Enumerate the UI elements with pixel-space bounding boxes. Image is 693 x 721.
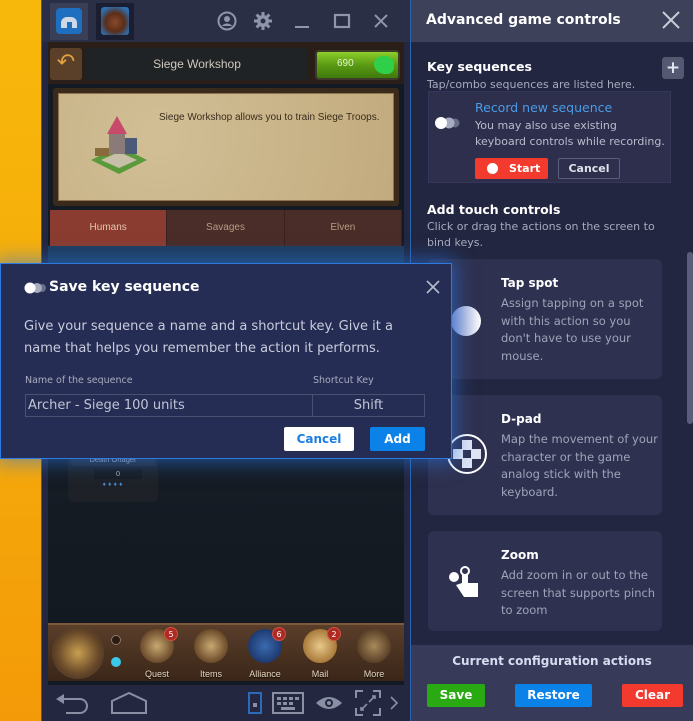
back-icon[interactable] — [54, 692, 92, 714]
keyboard-icon[interactable] — [272, 692, 304, 714]
shortcut-key-label: Shortcut Key — [313, 375, 374, 386]
gems-counter[interactable]: 690 — [315, 50, 400, 80]
tap-spot-card[interactable]: Tap spot Assign tapping on a spot with t… — [428, 259, 662, 379]
dpad-text: Map the movement of your character or th… — [501, 432, 658, 499]
sequence-toggle-icon — [435, 117, 460, 129]
android-navbar — [42, 685, 410, 721]
game-back-button[interactable]: ↶ — [50, 48, 82, 80]
zoom-card[interactable]: Zoom Add zoom in or out to the screen th… — [428, 531, 662, 631]
emulator-titlebar — [42, 0, 410, 42]
items-button[interactable]: Items — [186, 627, 236, 681]
items-icon — [194, 629, 228, 663]
eye-icon[interactable] — [315, 695, 343, 711]
dpad-title: D-pad — [501, 412, 542, 426]
phone-icon[interactable] — [248, 692, 262, 714]
quest-label: Quest — [144, 669, 169, 679]
dialog-cancel-button[interactable]: Cancel — [284, 427, 354, 451]
maximize-icon[interactable] — [332, 11, 352, 31]
restore-button[interactable]: Restore — [515, 684, 592, 707]
dialog-title: Save key sequence — [49, 279, 200, 295]
home-icon[interactable] — [110, 691, 148, 715]
record-description: You may also use existing keyboard contr… — [475, 119, 665, 148]
shortcut-key-input[interactable]: Shift — [312, 394, 425, 417]
dialog-add-button[interactable]: Add — [370, 427, 425, 451]
more-button[interactable]: More — [349, 627, 399, 681]
race-tabs: Humans Savages Elven — [50, 210, 402, 246]
city-button[interactable] — [52, 627, 104, 679]
gems-value: 690 — [337, 58, 354, 69]
alliance-button[interactable]: 6 Alliance — [240, 627, 290, 681]
advanced-controls-panel: Advanced game controls Key sequences + T… — [410, 0, 693, 721]
record-sequence-box: Record new sequence You may also use exi… — [428, 91, 671, 183]
zoom-text: Add zoom in or out to the screen that su… — [501, 568, 656, 617]
panel-title: Advanced game controls — [426, 12, 621, 28]
game-header-title: Siege Workshop — [86, 48, 308, 80]
more-label: More — [363, 669, 385, 679]
quest-button[interactable]: 5 Quest — [132, 627, 182, 681]
tap-spot-text: Assign tapping on a spot with this actio… — [501, 296, 644, 363]
fullscreen-icon[interactable] — [355, 690, 381, 716]
clear-button[interactable]: Clear — [622, 684, 683, 707]
alliance-label: Alliance — [249, 669, 281, 679]
account-icon[interactable] — [217, 11, 237, 31]
items-label: Items — [199, 669, 222, 679]
tab-savages[interactable]: Savages — [167, 210, 285, 246]
dpad-icon — [447, 434, 487, 474]
start-recording-button[interactable]: Start — [475, 158, 548, 179]
close-icon[interactable] — [371, 11, 391, 31]
zoom-title: Zoom — [501, 548, 539, 562]
tab-game[interactable] — [96, 3, 134, 40]
tap-spot-title: Tap spot — [501, 276, 559, 290]
dpad-card[interactable]: D-pad Map the movement of your character… — [428, 395, 662, 515]
sequence-name-label: Name of the sequence — [25, 375, 133, 386]
tab-elven[interactable]: Elven — [284, 210, 402, 246]
tap-spot-icon — [451, 306, 481, 336]
dialog-close-icon[interactable] — [425, 279, 441, 295]
page-dot-active — [111, 657, 121, 667]
mail-button[interactable]: 2 Mail — [295, 627, 345, 681]
alliance-badge: 6 — [272, 627, 286, 641]
building-description-panel: Siege Workshop allows you to train Siege… — [53, 88, 399, 206]
building-description: Siege Workshop allows you to train Siege… — [159, 112, 380, 123]
record-dot-icon — [487, 163, 498, 174]
tab-home[interactable] — [50, 3, 88, 40]
game-avatar-icon — [101, 7, 129, 35]
gear-icon[interactable] — [253, 11, 273, 31]
close-icon[interactable] — [661, 10, 681, 30]
gem-icon — [374, 56, 394, 74]
cancel-recording-button[interactable]: Cancel — [558, 158, 620, 179]
siege-workshop-icon — [91, 116, 147, 174]
unit-count: 0 — [94, 469, 142, 479]
panel-header: Advanced game controls — [411, 0, 693, 42]
footer-title: Current configuration actions — [452, 654, 652, 668]
sequence-name-input[interactable]: Archer - Siege 100 units — [25, 394, 313, 417]
tab-humans[interactable]: Humans — [50, 210, 168, 246]
touch-controls-title: Add touch controls — [427, 202, 561, 217]
pinch-zoom-icon — [449, 566, 478, 597]
chevron-right-icon[interactable] — [389, 696, 399, 710]
mail-label: Mail — [311, 669, 329, 679]
game-bottom-bar: 5 Quest Items 6 Alliance 2 Mail More — [48, 623, 404, 681]
start-label: Start — [509, 162, 541, 175]
record-new-sequence-link[interactable]: Record new sequence — [475, 100, 612, 115]
configuration-footer: Current configuration actions Save Resto… — [411, 645, 693, 721]
save-button[interactable]: Save — [427, 684, 485, 707]
key-sequences-title: Key sequences — [427, 59, 532, 74]
panel-scrollbar[interactable] — [687, 252, 693, 424]
sequence-toggle-icon — [24, 282, 46, 294]
add-sequence-button[interactable]: + — [662, 57, 684, 79]
dialog-description: Give your sequence a name and a shortcut… — [24, 319, 393, 356]
mail-badge: 2 — [327, 627, 341, 641]
page-dot — [111, 635, 121, 645]
home-icon — [56, 8, 82, 34]
game-header: ↶ Siege Workshop 690 — [48, 42, 404, 84]
more-icon — [357, 629, 391, 663]
touch-controls-subtitle: Click or drag the actions on the screen … — [427, 220, 655, 249]
save-key-sequence-dialog: Save key sequence Give your sequence a n… — [0, 263, 452, 459]
quest-badge: 5 — [164, 627, 178, 641]
minimize-icon[interactable] — [292, 11, 312, 31]
unit-stars: ♦♦♦♦ — [102, 482, 124, 488]
